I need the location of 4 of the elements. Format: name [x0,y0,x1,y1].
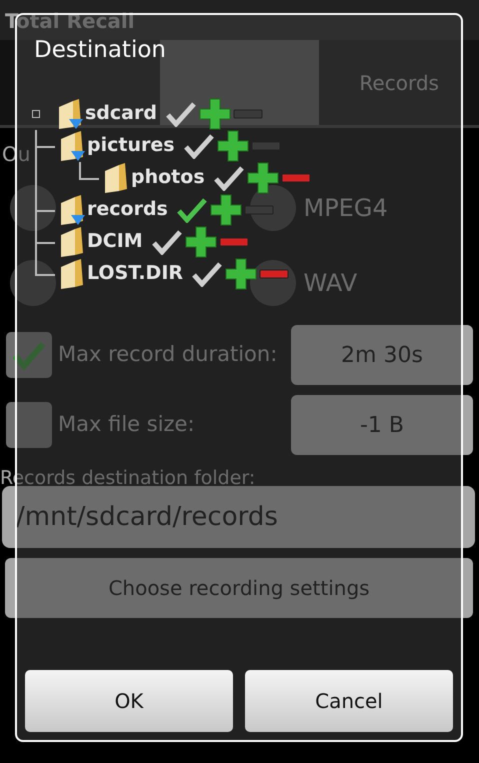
limit-label: Max record duration: [58,341,278,368]
radio-label: MPEG4 [304,192,388,224]
radio-label: WAV [304,268,358,298]
limit-label: Max file size: [58,411,196,438]
